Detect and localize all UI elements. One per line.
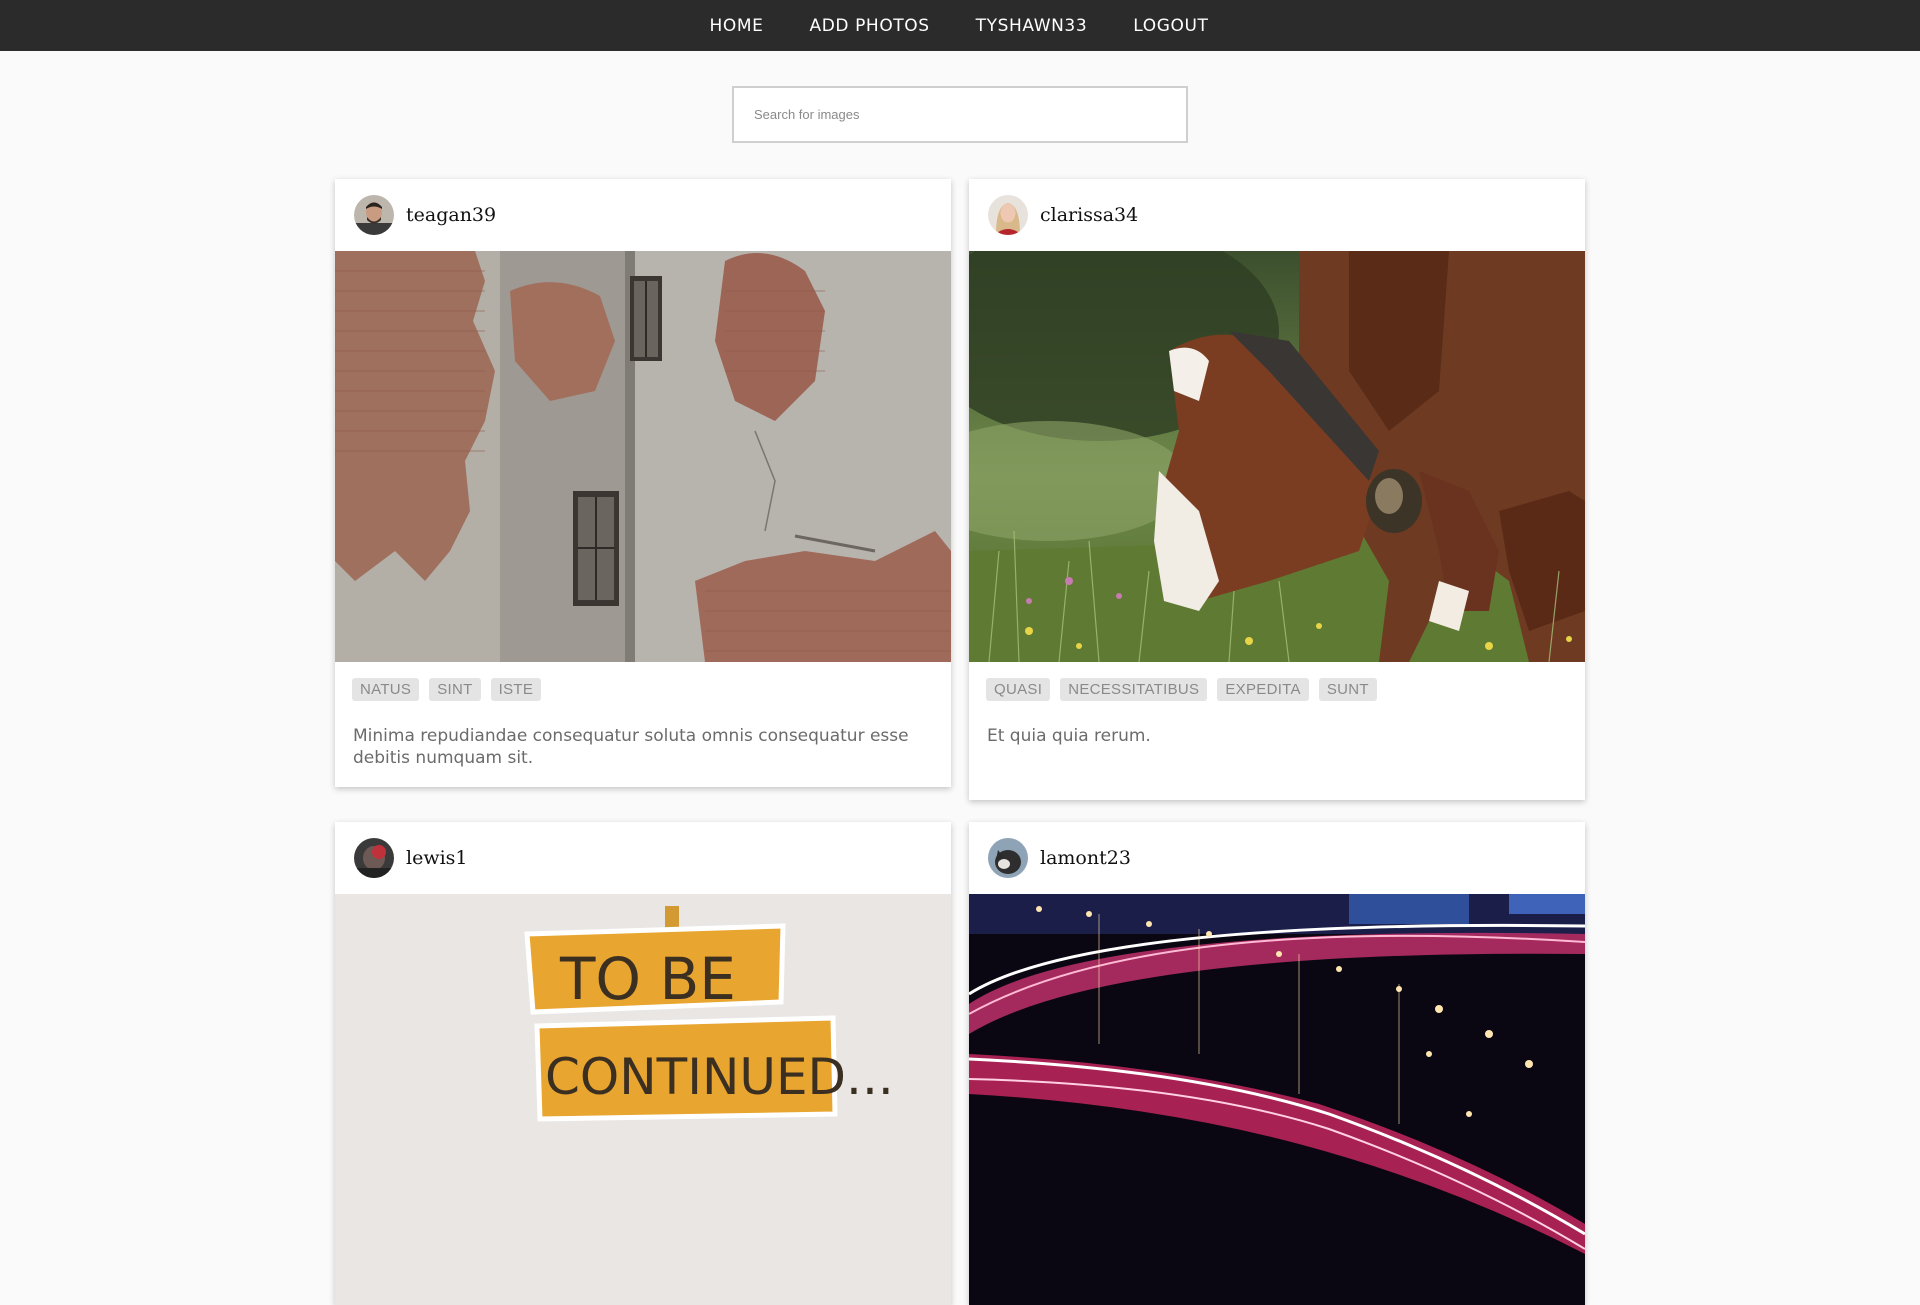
tag[interactable]: ISTE xyxy=(490,678,542,701)
person-avatar-icon[interactable] xyxy=(354,838,394,878)
tag[interactable]: SINT xyxy=(429,678,481,701)
post-card: teagan39 NATUS SINT ISTE Minima repudian… xyxy=(335,179,951,787)
post-username[interactable]: lamont23 xyxy=(1040,847,1131,869)
dog-avatar-icon[interactable] xyxy=(988,838,1028,878)
post-username[interactable]: clarissa34 xyxy=(1040,204,1138,226)
photo-sign-text-1: TO BE xyxy=(559,945,736,1013)
post-username[interactable]: teagan39 xyxy=(406,204,496,226)
nav-profile-link[interactable]: TYSHAWN33 xyxy=(976,16,1088,36)
tag[interactable]: NATUS xyxy=(352,678,420,701)
nav-logout-link[interactable]: LOGOUT xyxy=(1133,16,1208,36)
post-header: lewis1 xyxy=(335,822,951,894)
post-header: lamont23 xyxy=(969,822,1585,894)
tag[interactable]: SUNT xyxy=(1318,678,1377,701)
tag[interactable]: NECESSITATIBUS xyxy=(1060,678,1208,701)
photo-sign-text-2: CONTINUED... xyxy=(545,1048,894,1106)
post-header: teagan39 xyxy=(335,179,951,251)
post-card: lewis1 TO BE CONTINUED... xyxy=(335,822,951,1305)
nav-home-link[interactable]: HOME xyxy=(709,16,763,36)
search-container xyxy=(732,86,1188,143)
post-photo[interactable]: TO BE CONTINUED... xyxy=(335,894,951,1305)
tag-list: NATUS SINT ISTE xyxy=(335,662,951,701)
tag[interactable]: QUASI xyxy=(986,678,1051,701)
post-photo[interactable] xyxy=(969,894,1585,1305)
post-caption: Minima repudiandae consequatur soluta om… xyxy=(353,726,909,768)
post-photo[interactable] xyxy=(335,251,951,662)
post-photo[interactable] xyxy=(969,251,1585,662)
post-header: clarissa34 xyxy=(969,179,1585,251)
person-avatar-icon[interactable] xyxy=(354,195,394,235)
tag[interactable]: EXPEDITA xyxy=(1217,678,1309,701)
nav-add-photos-link[interactable]: ADD PHOTOS xyxy=(809,16,929,36)
tag-list: QUASI NECESSITATIBUS EXPEDITA SUNT xyxy=(969,662,1585,701)
post-card: clarissa34 QUASI NECESSITATIBUS EXPEDITA… xyxy=(969,179,1585,800)
post-caption: Et quia quia rerum. xyxy=(987,726,1151,746)
top-nav: HOME ADD PHOTOS TYSHAWN33 LOGOUT xyxy=(0,0,1920,51)
search-input[interactable] xyxy=(732,86,1188,143)
post-card: lamont23 xyxy=(969,822,1585,1305)
post-username[interactable]: lewis1 xyxy=(406,847,468,869)
person-avatar-icon[interactable] xyxy=(988,195,1028,235)
